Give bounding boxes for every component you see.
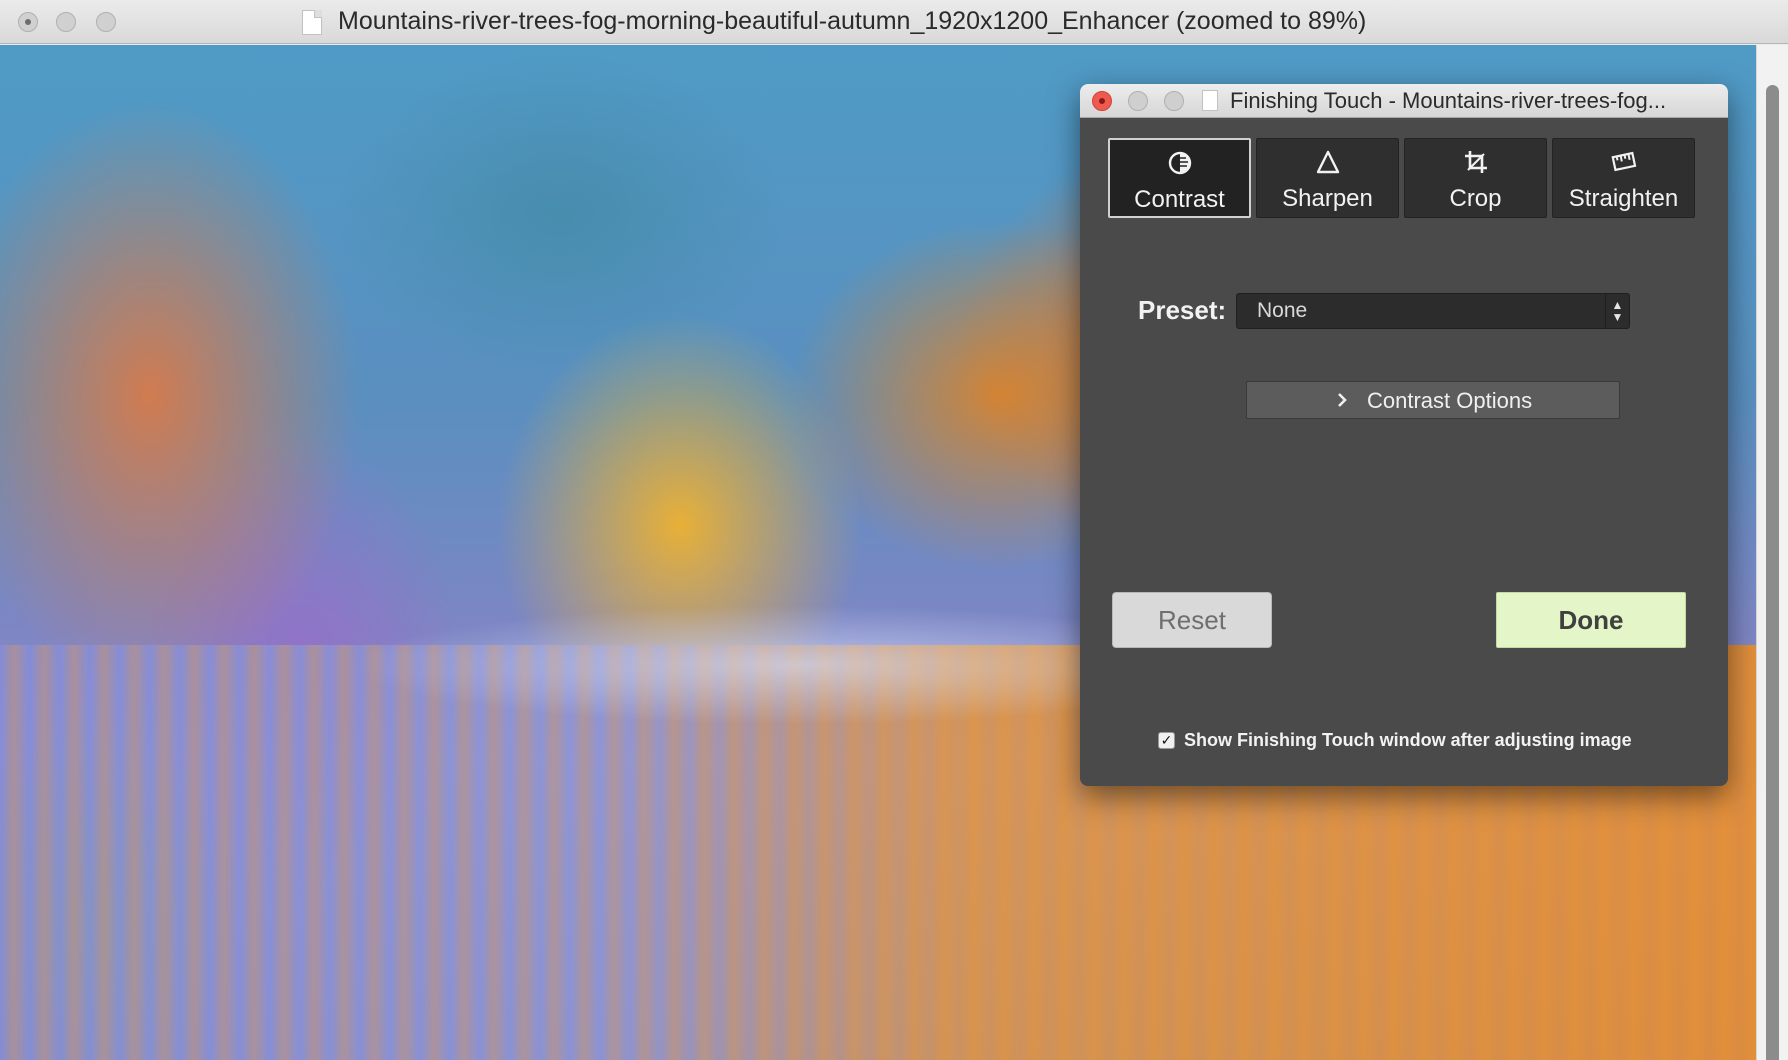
contrast-options-label: Contrast Options [1367,388,1533,413]
tab-contrast[interactable]: Contrast [1108,138,1251,218]
panel-minimize-button[interactable] [1128,91,1148,111]
chevron-right-icon [1338,393,1347,407]
document-icon [302,10,322,35]
preset-select[interactable]: None ▲ ▼ [1236,293,1630,329]
preset-value: None [1257,299,1308,322]
contrast-options-disclosure[interactable]: Contrast Options [1246,381,1620,419]
tab-straighten[interactable]: Straighten [1552,138,1695,218]
window-title: Mountains-river-trees-fog-morning-beauti… [338,7,1367,35]
zoom-button[interactable] [96,12,116,32]
close-button[interactable] [18,12,38,32]
panel-document-icon [1202,90,1218,111]
scroll-thumb[interactable] [1766,85,1779,1060]
crop-icon [1405,149,1546,177]
tab-contrast-label: Contrast [1134,186,1225,213]
tab-sharpen-label: Sharpen [1282,185,1373,212]
finishing-touch-panel: Finishing Touch - Mountains-river-trees-… [1080,84,1728,786]
tab-sharpen[interactable]: Sharpen [1256,138,1399,218]
window-titlebar[interactable]: Mountains-river-trees-fog-morning-beauti… [0,0,1788,44]
panel-zoom-button[interactable] [1164,91,1184,111]
panel-titlebar[interactable]: Finishing Touch - Mountains-river-trees-… [1080,84,1728,118]
minimize-button[interactable] [56,12,76,32]
chevron-updown-icon: ▲ ▼ [1605,294,1629,328]
tool-tabs: Contrast Sharpen Crop Straighten [1108,138,1696,220]
show-panel-checkbox[interactable]: ✓ [1158,732,1175,749]
show-panel-checkbox-label[interactable]: Show Finishing Touch window after adjust… [1184,730,1632,751]
panel-close-button[interactable] [1092,91,1112,111]
tab-straighten-label: Straighten [1568,185,1679,212]
panel-title: Finishing Touch - Mountains-river-trees-… [1230,88,1667,113]
contrast-icon [1110,150,1249,178]
triangle-icon [1257,149,1398,177]
done-button[interactable]: Done [1496,592,1686,648]
reset-button[interactable]: Reset [1112,592,1272,648]
vertical-scrollbar[interactable] [1756,45,1788,1060]
preset-label: Preset: [1138,295,1227,325]
tab-crop[interactable]: Crop [1404,138,1547,218]
tab-crop-label: Crop [1449,185,1502,212]
straighten-icon [1553,149,1694,177]
